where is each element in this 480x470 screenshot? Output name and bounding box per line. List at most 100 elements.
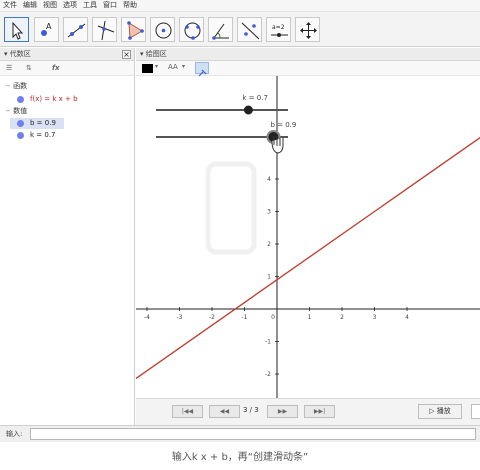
slider-label: k = 0.7	[242, 94, 268, 102]
play-icon: ▷	[429, 407, 437, 415]
object-definition-fx: f(x) = k x + b	[30, 95, 78, 103]
arrow-cursor-icon	[12, 21, 24, 40]
function-line-fx[interactable]	[136, 121, 480, 383]
sliders[interactable]: k = 0.7 b = 0.9	[156, 94, 296, 154]
reflect-line-icon	[241, 22, 260, 40]
graphics-view-title: ▾ 绘图区	[136, 48, 480, 61]
svg-text:a=2: a=2	[272, 24, 285, 31]
first-step-button[interactable]: |◀◀	[172, 405, 203, 418]
group-label-functions: 函数	[13, 82, 28, 90]
perpendicular-tool-button[interactable]	[92, 17, 117, 42]
menu-edit[interactable]: 编辑	[23, 0, 37, 11]
angle-icon	[212, 23, 229, 40]
point-icon: A	[41, 22, 52, 36]
polygon-tool-button[interactable]	[121, 17, 146, 42]
menu-file[interactable]: 文件	[3, 0, 17, 11]
close-icon[interactable]: ×	[122, 50, 131, 59]
x-tick-label: 4	[405, 314, 409, 321]
previous-step-button[interactable]: ◀◀	[209, 405, 240, 418]
circle-tool-button[interactable]	[150, 17, 175, 42]
pin-button[interactable]	[195, 62, 209, 77]
slider-tool-button[interactable]: a=2	[266, 17, 291, 42]
dropdown-arrow-icon[interactable]: ▾	[182, 63, 185, 70]
list-item-fx[interactable]: f(x) = k x + b	[0, 94, 134, 105]
slider-label: b = 0.9	[270, 121, 296, 129]
algebra-title-text: 代数区	[9, 50, 31, 58]
line-tool-button[interactable]	[63, 17, 88, 42]
play-button[interactable]: ▷ 播放	[418, 404, 462, 419]
move-tool-button[interactable]	[4, 17, 29, 42]
graphics-view: ▾ 绘图区 ▾ AA ▾ -4-3-2-1012344321-1-2-3 k =…	[136, 48, 480, 425]
perpendicular-line-icon	[97, 20, 115, 41]
graphics-title-text: 绘图区	[145, 50, 167, 58]
slider-icon: a=2	[271, 24, 288, 37]
y-tick-label: 4	[267, 176, 271, 183]
group-label-numbers: 数值	[13, 107, 28, 115]
x-tick-label: -1	[242, 314, 248, 321]
visibility-toggle-icon[interactable]	[17, 96, 24, 103]
axes	[136, 76, 480, 398]
svg-text:A: A	[46, 22, 52, 31]
x-tick-label: 1	[308, 314, 312, 321]
auxiliary-objects-icon[interactable]: ☰	[6, 63, 12, 74]
menu-help[interactable]: 帮助	[123, 0, 137, 11]
dropdown-arrow-icon[interactable]: ▾	[155, 63, 158, 70]
circle-three-points-tool-button[interactable]	[179, 17, 204, 42]
slider-handle[interactable]	[243, 105, 253, 115]
geogebra-window: 文件 编辑 视图 选项 工具 窗口 帮助 A a=2 ▾ 代数区 × ☰ ⇅ f…	[0, 0, 480, 470]
style-bar: ▾ AA ▾	[136, 61, 480, 77]
move-arrows-icon	[300, 22, 317, 39]
x-tick-label: 0	[271, 314, 275, 321]
watermark	[205, 161, 257, 255]
hand-cursor-icon	[271, 136, 284, 154]
angle-tool-button[interactable]	[208, 17, 233, 42]
circle-three-points-icon	[184, 22, 201, 40]
play-label: 播放	[436, 407, 451, 415]
algebra-view-title: ▾ 代数区 ×	[0, 48, 134, 61]
last-step-button[interactable]: ▶▶|	[304, 405, 335, 418]
menu-window[interactable]: 窗口	[103, 0, 117, 11]
y-tick-label: -2	[265, 371, 271, 378]
tree-group-numbers[interactable]: − 数值	[5, 106, 27, 117]
input-label: 输入:	[6, 430, 23, 438]
x-tick-label: 3	[373, 314, 377, 321]
algebra-toolbar: ☰ ⇅ fx	[0, 61, 134, 76]
menu-tools[interactable]: 工具	[83, 0, 97, 11]
next-step-button[interactable]: ▶▶	[267, 405, 298, 418]
tree-group-functions[interactable]: − 函数	[5, 81, 27, 92]
object-definition-b: b = 0.9	[30, 119, 56, 127]
algebra-view: ▾ 代数区 × ☰ ⇅ fx − 函数 f(x) = k x + b − 数值 …	[0, 48, 135, 425]
caption: 输入k x + b，再“创建滑动条”	[171, 452, 309, 463]
visibility-toggle-icon[interactable]	[17, 132, 24, 139]
navigation-extra-button[interactable]	[471, 404, 480, 419]
y-tick-label: 3	[267, 209, 271, 216]
list-item-b[interactable]: b = 0.9	[10, 118, 64, 129]
reflect-tool-button[interactable]	[237, 17, 262, 42]
visibility-toggle-icon[interactable]	[17, 120, 24, 127]
input-bar: 输入:	[0, 425, 480, 442]
function-graph[interactable]	[136, 121, 480, 383]
object-definition-k: k = 0.7	[30, 131, 56, 139]
line-icon	[67, 23, 86, 38]
navigation-bar: |◀◀ ◀◀ 3 / 3 ▶▶ ▶▶| ▷ 播放	[136, 398, 480, 425]
y-tick-label: 1	[267, 274, 271, 281]
text-size-button[interactable]: AA	[168, 63, 178, 71]
polygon-icon	[127, 21, 144, 40]
move-graphics-view-tool-button[interactable]	[295, 17, 320, 42]
fx-description-button[interactable]: fx	[52, 63, 60, 74]
graphics-canvas[interactable]: -4-3-2-1012344321-1-2-3 k = 0.7b = 0.9	[136, 76, 480, 398]
step-counter: 3 / 3	[243, 406, 259, 414]
tool-bar: A a=2	[0, 12, 480, 47]
expand-minus-icon[interactable]: −	[5, 82, 13, 90]
sort-icon[interactable]: ⇅	[26, 63, 32, 74]
input-field[interactable]	[30, 428, 476, 440]
circle-center-point-icon	[155, 22, 172, 39]
x-tick-label: -4	[144, 314, 150, 321]
color-swatch[interactable]	[142, 64, 153, 73]
list-item-k[interactable]: k = 0.7	[0, 130, 134, 141]
expand-minus-icon[interactable]: −	[5, 107, 13, 115]
point-tool-button[interactable]: A	[34, 17, 59, 42]
menu-view[interactable]: 视图	[43, 0, 57, 11]
menu-bar: 文件 编辑 视图 选项 工具 窗口 帮助	[0, 0, 480, 12]
menu-options[interactable]: 选项	[63, 0, 77, 11]
